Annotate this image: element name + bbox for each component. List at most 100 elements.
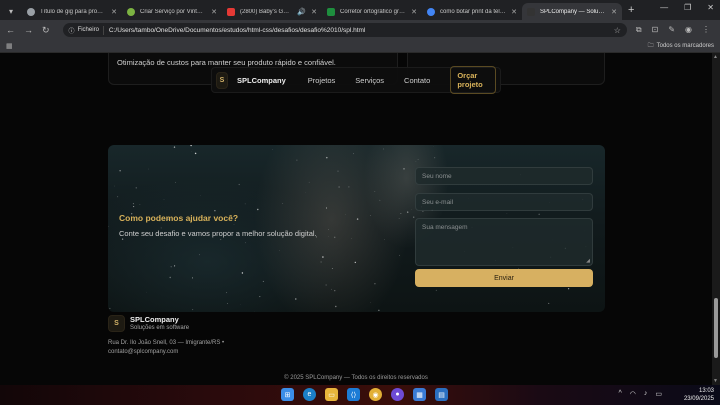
all-bookmarks-button[interactable]: 🗀 Todos os marcadores	[648, 41, 714, 51]
address-bar-row: ← → ↻ ⓘ Ficheiro C:/Users/tambo/OneDrive…	[0, 20, 720, 40]
browser-tab-1[interactable]: Título de gig para program ✕	[22, 3, 122, 20]
close-icon[interactable]: ✕	[111, 8, 117, 16]
close-icon[interactable]: ✕	[211, 8, 217, 16]
taskbar-clock[interactable]: 13:03 23/09/2025	[684, 387, 714, 403]
tab-search-icon[interactable]: ▾	[0, 3, 22, 20]
site-brand[interactable]: SPLCompany	[237, 76, 286, 85]
tab-favicon-icon	[27, 7, 35, 16]
contact-title: Como podemos ajudar você?	[119, 213, 239, 223]
close-icon[interactable]: ✕	[411, 8, 417, 16]
site-navbar: S SPLCompany Projetos Serviços Contato O…	[211, 66, 501, 94]
footer-tagline: Soluções em software	[130, 325, 190, 331]
new-tab-icon[interactable]: +	[628, 4, 634, 16]
star-dot	[400, 213, 402, 214]
star-dot	[334, 290, 336, 292]
calculator-icon[interactable]: ▤	[435, 388, 448, 401]
star-dot	[413, 216, 415, 218]
star-dot	[548, 302, 550, 304]
profile-icon[interactable]: ◉	[685, 25, 692, 35]
vscode-icon[interactable]: ⟨⟩	[347, 388, 360, 401]
close-window-icon[interactable]: ✕	[707, 3, 714, 12]
star-dot	[333, 236, 336, 239]
battery-icon[interactable]: ▭	[655, 390, 662, 398]
star-dot	[282, 203, 284, 204]
star-dot	[415, 161, 417, 162]
browser-tab-4[interactable]: Corretor ortográfico gratu ✕	[322, 3, 422, 20]
star-dot	[190, 145, 192, 147]
reload-icon[interactable]: ↻	[42, 25, 50, 36]
star-dot	[227, 303, 228, 304]
close-icon[interactable]: ✕	[311, 8, 317, 16]
forward-icon[interactable]: →	[24, 25, 33, 35]
message-textarea[interactable]: Sua mensagem ◢	[415, 218, 593, 266]
send-button[interactable]: Enviar	[415, 269, 593, 287]
google-icon	[427, 7, 435, 16]
taskbar-apps: ⊞ e ▭ ⟨⟩ ◉ ● ▦ ▤	[281, 388, 448, 401]
star-dot	[331, 288, 333, 290]
name-input[interactable]: Seu nome	[415, 167, 593, 185]
star-dot	[148, 168, 149, 170]
page-scrollbar[interactable]: ▲ ▼	[712, 53, 720, 385]
clock-date: 23/09/2025	[683, 396, 714, 402]
browser-tab-2[interactable]: Criar Serviço por VintePila ✕	[122, 3, 222, 20]
star-dot	[296, 159, 298, 161]
footer-email[interactable]: contato@splcompany.com	[108, 349, 178, 355]
folder-icon: 🗀	[647, 43, 654, 49]
star-dot	[173, 146, 176, 148]
apps-grid-icon[interactable]: ▦	[6, 42, 13, 50]
minimize-icon[interactable]: —	[660, 3, 668, 12]
tab-search-icon[interactable]: ⊡	[652, 25, 659, 35]
volume-icon[interactable]: ♪	[644, 390, 648, 398]
file-chip[interactable]: ⓘ Ficheiro	[68, 25, 104, 35]
star-dot	[170, 265, 172, 268]
star-dot	[370, 215, 371, 216]
info-icon: ⓘ	[68, 28, 75, 35]
back-icon[interactable]: ←	[6, 25, 15, 35]
star-dot	[233, 223, 235, 225]
menu-icon[interactable]: ⋮	[702, 25, 710, 35]
star-dot	[194, 152, 197, 155]
star-dot	[337, 170, 339, 172]
edge-icon[interactable]: e	[303, 388, 316, 401]
star-dot	[121, 238, 124, 240]
speaker-icon[interactable]: 🔊	[297, 8, 306, 16]
star-dot	[119, 170, 121, 172]
windows-start-icon[interactable]: ⊞	[281, 388, 294, 401]
store-icon[interactable]: ▦	[413, 388, 426, 401]
star-dot	[434, 157, 436, 159]
star-dot	[146, 291, 147, 293]
translate-icon[interactable]: ✎	[668, 25, 675, 35]
github-icon[interactable]: ●	[391, 388, 404, 401]
nav-link-projetos[interactable]: Projetos	[308, 76, 336, 85]
email-input[interactable]: Seu e-mail	[415, 193, 593, 211]
tab-title: Corretor ortográfico gratu	[340, 8, 407, 15]
star-dot	[398, 218, 400, 219]
wifi-icon[interactable]: ◠	[630, 390, 636, 398]
resize-handle-icon[interactable]: ◢	[586, 258, 590, 264]
nav-link-contato[interactable]: Contato	[404, 76, 430, 85]
browser-tab-6-active[interactable]: SPLCompany — Soluçõe ✕	[522, 3, 622, 20]
nav-link-servicos[interactable]: Serviços	[355, 76, 384, 85]
chevron-up-icon[interactable]: ^	[618, 390, 621, 398]
star-dot	[435, 289, 437, 291]
file-explorer-icon[interactable]: ▭	[325, 388, 338, 401]
browser-tab-3[interactable]: (2800) Baby's Got Har 🔊 ✕	[222, 3, 322, 20]
scroll-down-icon[interactable]: ▼	[713, 378, 718, 384]
star-icon[interactable]: ☆	[614, 26, 621, 35]
address-input[interactable]: ⓘ Ficheiro C:/Users/tambo/OneDrive/Docum…	[62, 23, 627, 37]
restore-icon[interactable]: ❐	[684, 3, 691, 12]
chrome-icon[interactable]: ◉	[369, 388, 382, 401]
scroll-up-icon[interactable]: ▲	[713, 54, 718, 60]
site-logo-icon[interactable]: S	[216, 71, 228, 89]
star-dot	[379, 199, 381, 201]
close-icon[interactable]: ✕	[611, 8, 617, 16]
star-dot	[325, 207, 328, 209]
quote-project-button[interactable]: Orçar projeto	[450, 66, 496, 94]
star-dot	[295, 298, 297, 300]
extensions-icon[interactable]: ⧉	[636, 25, 642, 35]
star-dot	[351, 238, 352, 239]
close-icon[interactable]: ✕	[511, 8, 517, 16]
browser-tab-5[interactable]: como botar print da tela d ✕	[422, 3, 522, 20]
scrollbar-thumb[interactable]	[714, 298, 718, 358]
tab-title: Criar Serviço por VintePila	[140, 8, 207, 15]
